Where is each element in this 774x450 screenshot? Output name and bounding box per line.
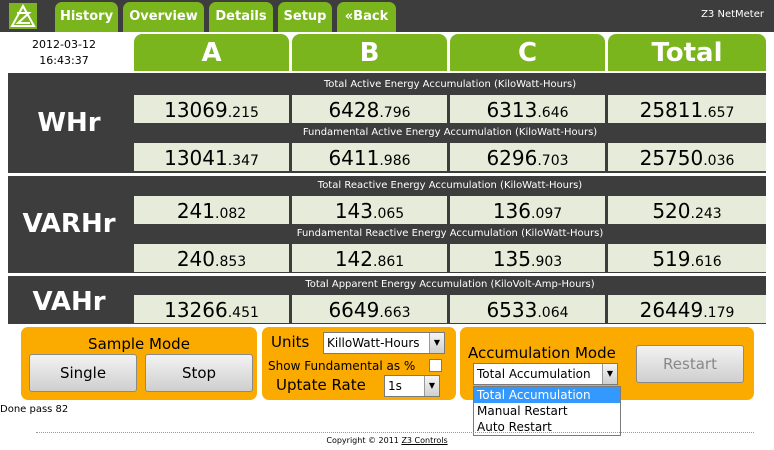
column-header-total: Total	[608, 34, 766, 71]
update-rate-select[interactable]: 1s ▼	[384, 375, 440, 397]
z3-logo-icon[interactable]	[9, 3, 37, 29]
accumulation-mode-value: Total Accumulation	[477, 367, 591, 381]
app-name: Z3 NetMeter	[701, 9, 764, 20]
single-button[interactable]: Single	[29, 354, 137, 392]
top-nav-bar: History Overview Details Setup «Back Z3 …	[0, 0, 774, 32]
units-select-value: KilloWatt-Hours	[327, 336, 420, 350]
varhr-fund-b: 142.861	[292, 244, 447, 272]
update-rate-label: Uptate Rate	[276, 376, 366, 394]
time-text: 16:43:37	[39, 54, 89, 67]
column-header-a: A	[134, 34, 289, 71]
chevron-down-icon[interactable]: ▼	[429, 333, 444, 353]
whr-fund-c: 6296.703	[450, 143, 605, 171]
units-label: Units	[271, 333, 310, 351]
vahr-total-b: 6649.663	[292, 295, 447, 323]
whr-total-a: 13069.215	[134, 95, 289, 123]
whr-fundamental-caption: Fundamental Active Energy Accumulation (…	[302, 127, 598, 138]
whr-fund-a: 13041.347	[134, 143, 289, 171]
column-header-c: C	[450, 34, 605, 71]
copyright: Copyright © 2011 Z3 Controls	[0, 436, 774, 445]
show-fundamental-checkbox[interactable]	[429, 359, 442, 372]
varhr-label: VARHr	[22, 209, 116, 239]
vahr-total-sum: 26449.179	[608, 295, 766, 323]
varhr-total-c: 136.097	[450, 196, 605, 224]
units-panel: Units KilloWatt-Hours ▼ Show Fundamental…	[262, 327, 456, 400]
status-text: Done pass 82	[0, 404, 69, 415]
whr-total-sum: 25811.657	[608, 95, 766, 123]
nav-history[interactable]: History	[55, 2, 118, 32]
varhr-fund-sum: 519.616	[608, 244, 766, 272]
sample-mode-title: Sample Mode	[88, 335, 190, 353]
datetime: 2012-03-12 16:43:37	[0, 37, 128, 69]
dropdown-option-manual-restart[interactable]: Manual Restart	[474, 403, 620, 419]
date-text: 2012-03-12	[32, 38, 96, 51]
z3-controls-link[interactable]: Z3 Controls	[401, 436, 447, 445]
whr-fund-b: 6411.986	[292, 143, 447, 171]
vahr-total-c: 6533.064	[450, 295, 605, 323]
whr-total-c: 6313.646	[450, 95, 605, 123]
update-rate-value: 1s	[388, 379, 402, 393]
show-fundamental-label: Show Fundamental as %	[268, 359, 416, 373]
whr-fund-sum: 25750.036	[608, 143, 766, 171]
whr-total-caption: Total Active Energy Accumulation (KiloWa…	[323, 79, 577, 90]
accumulation-mode-select[interactable]: Total Accumulation ▼	[473, 363, 618, 385]
stop-button[interactable]: Stop	[145, 354, 253, 392]
accumulation-mode-title: Accumulation Mode	[468, 344, 616, 362]
chevron-down-icon[interactable]: ▼	[602, 364, 617, 384]
copyright-text: Copyright © 2011	[326, 436, 402, 445]
whr-label: WHr	[37, 108, 101, 138]
nav-setup[interactable]: Setup	[278, 2, 332, 32]
whr-total-b: 6428.796	[292, 95, 447, 123]
dropdown-option-total-accumulation[interactable]: Total Accumulation	[474, 387, 620, 403]
column-header-b: B	[292, 34, 447, 71]
nav-details[interactable]: Details	[209, 2, 273, 32]
vahr-total-caption: Total Apparent Energy Accumulation (Kilo…	[305, 279, 595, 290]
varhr-total-a: 241.082	[134, 196, 289, 224]
restart-button[interactable]: Restart	[636, 345, 744, 383]
footer-divider	[36, 432, 754, 433]
varhr-fundamental-caption: Fundamental Reactive Energy Accumulation…	[296, 228, 604, 239]
varhr-fund-a: 240.853	[134, 244, 289, 272]
units-select[interactable]: KilloWatt-Hours ▼	[323, 332, 445, 354]
chevron-down-icon[interactable]: ▼	[424, 376, 439, 396]
varhr-total-b: 143.065	[292, 196, 447, 224]
vahr-label: VAHr	[32, 287, 106, 317]
varhr-fund-c: 135.903	[450, 244, 605, 272]
varhr-total-caption: Total Reactive Energy Accumulation (Kilo…	[317, 180, 583, 191]
varhr-total-sum: 520.243	[608, 196, 766, 224]
accumulation-mode-dropdown[interactable]: Total Accumulation Manual Restart Auto R…	[473, 386, 621, 436]
nav-overview[interactable]: Overview	[123, 2, 204, 32]
vahr-total-a: 13266.451	[134, 295, 289, 323]
sample-mode-panel: Sample Mode Single Stop	[21, 327, 257, 400]
nav-back[interactable]: «Back	[337, 2, 396, 32]
